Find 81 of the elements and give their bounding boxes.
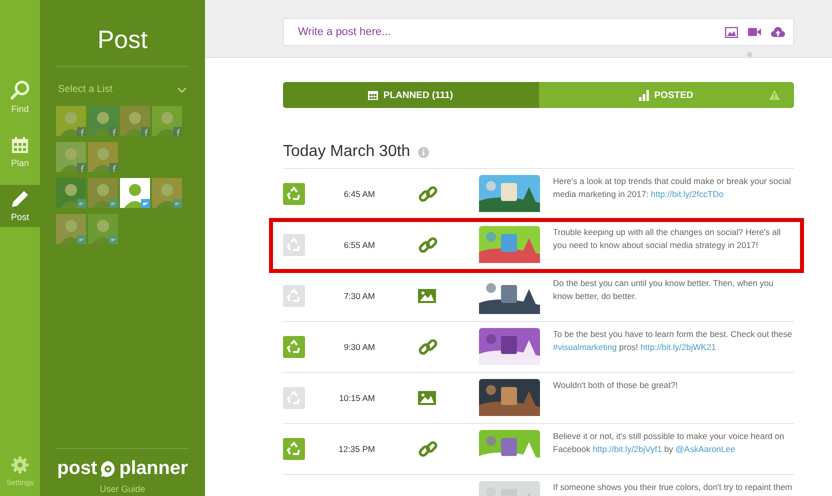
post-time: 9:30 AM <box>344 342 375 352</box>
cloud-upload-icon[interactable] <box>771 27 785 37</box>
page-dot <box>747 52 752 57</box>
image-icon[interactable] <box>725 26 738 38</box>
day-heading: Today March 30th <box>283 143 410 161</box>
network-badge-icon <box>109 163 118 172</box>
network-badge-icon <box>109 127 118 136</box>
post-text: Wouldn't both of those be great?! <box>553 379 679 392</box>
video-camera-icon[interactable] <box>748 27 761 37</box>
post-link[interactable]: @AskAaronLee <box>676 444 736 454</box>
chevron-down-icon <box>177 86 187 92</box>
tab[interactable]: PLANNED (111) <box>283 82 538 108</box>
tab[interactable]: POSTED <box>538 82 794 108</box>
calendar-icon <box>368 90 378 100</box>
network-badge-icon <box>173 127 182 136</box>
post-time: 7:30 AM <box>344 291 375 301</box>
account-avatar[interactable] <box>56 178 86 208</box>
network-badge-icon <box>77 127 86 136</box>
account-avatar[interactable] <box>120 178 150 208</box>
account-avatar[interactable] <box>88 178 118 208</box>
account-avatar[interactable] <box>120 106 150 136</box>
post-link[interactable]: http://bit.ly/2bjVyf1 <box>592 444 662 454</box>
image-icon <box>418 289 436 303</box>
pencil-icon <box>11 190 29 208</box>
network-badge-icon <box>141 127 150 136</box>
account-avatar[interactable] <box>88 142 118 172</box>
nav-item[interactable]: Plan <box>0 125 40 180</box>
search-icon <box>10 80 30 100</box>
post-time: 6:45 AM <box>344 189 375 199</box>
info-icon[interactable] <box>418 146 430 158</box>
network-badge-icon <box>77 235 86 244</box>
bar-chart-icon <box>639 90 650 100</box>
link-icon <box>418 337 438 357</box>
logo-text: planner <box>119 458 188 480</box>
calendar-icon <box>11 136 29 154</box>
link-icon <box>418 235 438 255</box>
account-avatar[interactable] <box>56 142 86 172</box>
network-badge-icon <box>109 235 118 244</box>
post-time: 12:35 PM <box>338 444 375 454</box>
composer-field[interactable]: Write a post here... <box>283 18 794 46</box>
post-text: To be the best you have to learn form the best. Check out these #visualmarketing pros! http://bit.ly/2bjWK21 <box>553 328 794 354</box>
network-badge-icon <box>109 199 118 208</box>
network-badge-icon <box>77 163 86 172</box>
post-text: Believe it or not, it's still possible to make your voice heard on Facebook http://bit.ly/2bjVyf1 by @AskAaronLee <box>553 430 786 456</box>
post-link[interactable]: http://bit.ly/2bjWK21 <box>640 342 716 352</box>
account-avatar[interactable] <box>88 106 118 136</box>
network-badge-icon <box>173 199 182 208</box>
post-text: If someone shows you their true colors, don't try to repaint them <box>553 481 794 494</box>
nav-item[interactable]: Find <box>0 70 40 125</box>
nav-item[interactable]: Post <box>0 185 40 227</box>
warning-icon <box>769 90 780 100</box>
post-time: 10:15 AM <box>339 393 375 403</box>
post-link[interactable]: #visualmarketing <box>553 342 617 352</box>
post-text: Here's a look at top trends that could make or break your social media marketing in 2017: http://bit.ly/2fccTDo <box>553 175 792 201</box>
settings-icon <box>11 456 29 474</box>
image-icon <box>418 391 436 405</box>
account-avatar[interactable] <box>152 178 182 208</box>
panel-title: Post <box>56 26 189 67</box>
recycle-icon[interactable] <box>283 285 305 307</box>
network-badge-icon <box>77 199 86 208</box>
recycle-icon[interactable] <box>283 336 305 358</box>
list-select[interactable]: Select a List <box>56 84 189 95</box>
pin-logo-icon <box>99 460 118 478</box>
user-guide-link[interactable]: User Guide <box>100 484 146 494</box>
post-time: 6:55 AM <box>344 240 375 250</box>
recycle-icon[interactable] <box>283 234 305 256</box>
recycle-icon[interactable] <box>283 387 305 409</box>
post-input-field[interactable]: Write a post here... <box>296 25 715 39</box>
account-avatar[interactable] <box>56 106 86 136</box>
post-text: Do the best you can until you know better. Then, when you know better, do better. <box>553 277 775 303</box>
recycle-icon[interactable] <box>283 438 305 460</box>
post-text: Trouble keeping up with all the changes on social? Here's all you need to know about social media strategy in 2017! <box>553 226 782 252</box>
recycle-icon[interactable] <box>283 183 305 205</box>
link-icon <box>418 184 438 204</box>
account-avatar[interactable] <box>88 214 118 244</box>
post-link[interactable]: http://bit.ly/2fccTDo <box>650 189 724 199</box>
link-icon <box>418 439 438 459</box>
account-avatar[interactable] <box>56 214 86 244</box>
network-badge-icon <box>141 199 150 208</box>
logo-text: post <box>57 458 98 480</box>
account-avatar[interactable] <box>152 106 182 136</box>
